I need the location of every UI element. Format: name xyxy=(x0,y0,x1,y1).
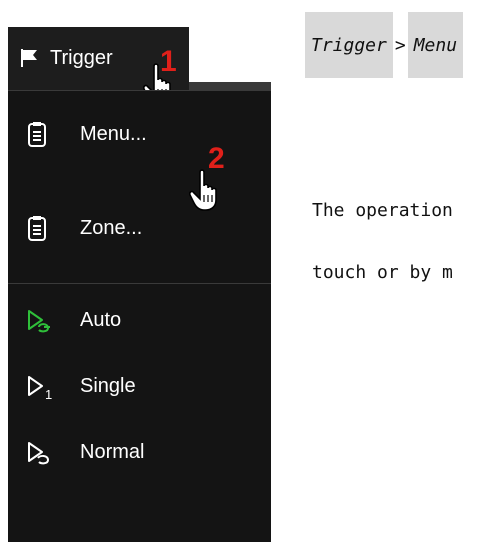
auto-trigger-icon xyxy=(28,310,50,333)
menu-bar-edge xyxy=(189,82,271,90)
menu-path-end: Menu xyxy=(407,12,464,78)
menu-item-zone-label: Zone... xyxy=(80,217,143,239)
document-icon xyxy=(28,216,46,241)
trigger-mode-auto[interactable]: Auto xyxy=(8,291,271,353)
normal-trigger-icon xyxy=(28,442,50,465)
flag-icon xyxy=(21,49,37,67)
description-line-2: touch or by m xyxy=(312,262,453,283)
trigger-label: Trigger xyxy=(50,47,113,69)
trigger-mode-normal[interactable]: Normal xyxy=(8,423,271,485)
document-icon xyxy=(28,122,46,147)
menu-item-zone[interactable]: Zone... xyxy=(8,199,271,261)
svg-text:1: 1 xyxy=(45,387,52,401)
trigger-mode-single-label: Single xyxy=(80,375,136,397)
trigger-mode-auto-label: Auto xyxy=(80,309,122,331)
menu-divider xyxy=(8,283,271,284)
trigger-mode-single[interactable]: 1 Single xyxy=(8,357,271,419)
menu-path-separator: > xyxy=(394,35,406,56)
menu-item-menu[interactable]: Menu... xyxy=(8,105,271,167)
single-trigger-icon: 1 xyxy=(28,376,52,401)
menu-item-menu-label: Menu... xyxy=(80,123,147,145)
trigger-dropdown-panel: Menu... 2 Zone... Auto 1 Single Normal xyxy=(8,90,271,542)
trigger-mode-normal-label: Normal xyxy=(80,441,145,463)
hand-cursor-icon xyxy=(189,169,217,211)
description-line-1: The operation xyxy=(312,200,453,221)
menu-path: Trigger > Menu xyxy=(305,12,464,78)
menu-path-start: Trigger xyxy=(305,12,393,78)
